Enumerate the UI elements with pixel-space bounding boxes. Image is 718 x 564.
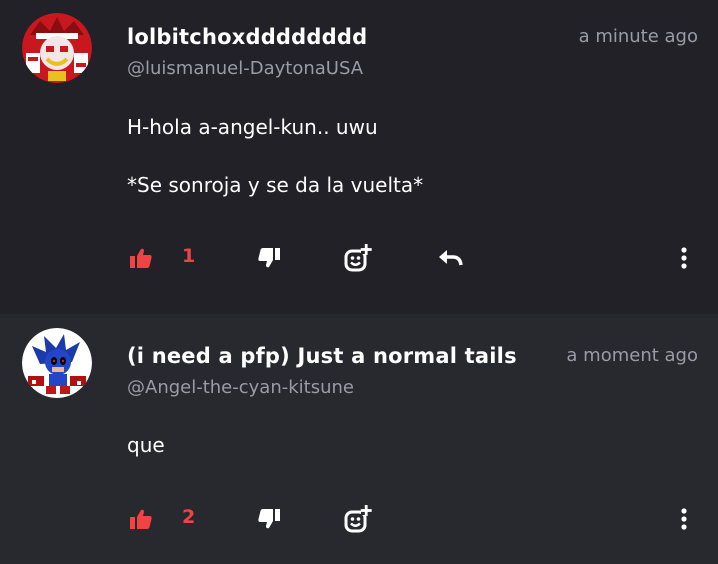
avatar-image [22, 13, 92, 83]
reply-button[interactable] [434, 243, 466, 273]
comment-feed: lolbitchoxdddddddd @luismanuel-DaytonaUS… [0, 0, 718, 564]
comment-username[interactable]: (i need a pfp) Just a normal tails [127, 344, 527, 368]
vertical-ellipsis-icon [681, 247, 687, 269]
comment-body-line: H-hola a-angel-kun.. uwu [127, 115, 378, 139]
add-reaction-button[interactable] [341, 243, 375, 273]
like-count: 2 [182, 506, 196, 528]
comment-actions: 2 [0, 504, 718, 534]
thumbs-down-icon [258, 509, 280, 529]
comment-body-line: *Se sonroja y se da la vuelta* [127, 173, 424, 197]
thumbs-up-icon [130, 509, 152, 529]
avatar[interactable] [22, 328, 92, 398]
reply-arrow-icon [439, 250, 463, 266]
add-reaction-button[interactable] [341, 504, 375, 534]
thumbs-down-icon [258, 248, 280, 268]
dislike-button[interactable] [254, 504, 284, 534]
add-reaction-icon [344, 505, 372, 533]
avatar-image [22, 328, 92, 398]
comment-handle[interactable]: @Angel-the-cyan-kitsune [127, 377, 354, 398]
like-button[interactable] [126, 243, 156, 273]
vertical-ellipsis-icon [681, 508, 687, 530]
more-options-button[interactable] [672, 504, 696, 534]
dislike-button[interactable] [254, 243, 284, 273]
comment-item: lolbitchoxdddddddd @luismanuel-DaytonaUS… [0, 0, 718, 314]
more-options-button[interactable] [672, 243, 696, 273]
like-button[interactable] [126, 504, 156, 534]
comment-actions: 1 [0, 243, 718, 273]
add-reaction-icon [344, 244, 372, 272]
comment-handle[interactable]: @luismanuel-DaytonaUSA [127, 58, 363, 79]
avatar[interactable] [22, 13, 92, 83]
comment-username[interactable]: lolbitchoxdddddddd [127, 25, 367, 49]
comment-body-line: que [127, 433, 165, 457]
comment-timestamp: a moment ago [566, 345, 698, 366]
comment-item: (i need a pfp) Just a normal tails @Ange… [0, 314, 718, 564]
like-count: 1 [182, 245, 196, 267]
thumbs-up-icon [130, 248, 152, 268]
comment-timestamp: a minute ago [578, 26, 698, 47]
